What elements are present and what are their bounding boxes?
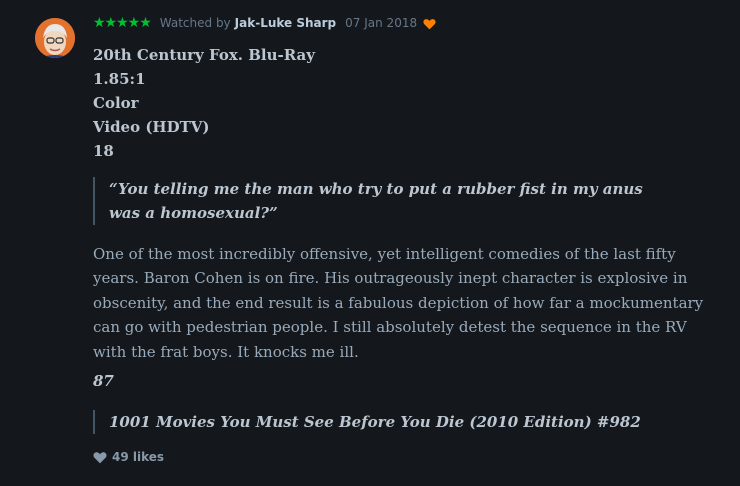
watched-by-label: Watched by	[159, 16, 231, 30]
username-link[interactable]: Jak-Luke Sharp	[235, 16, 336, 30]
likes-button[interactable]: 49 likes	[93, 448, 164, 466]
spec-certificate: 18	[93, 142, 114, 160]
spec-aspect-ratio: 1.85:1	[93, 70, 146, 88]
list-reference: 1001 Movies You Must See Before You Die …	[93, 410, 641, 434]
heart-icon	[423, 18, 436, 30]
spec-format: Video (HDTV)	[93, 118, 210, 136]
rating-stars: ★★★★★	[93, 15, 152, 31]
likes-count: 49 likes	[112, 450, 165, 464]
review-meta: ★★★★★ Watched by Jak-Luke Sharp 07 Jan 2…	[93, 13, 436, 33]
spec-color: Color	[93, 94, 139, 112]
review-date[interactable]: 07 Jan 2018	[345, 16, 417, 30]
avatar[interactable]	[35, 18, 75, 58]
heart-icon	[93, 451, 107, 464]
release-specs: 20th Century Fox. Blu-Ray 1.85:1 Color V…	[93, 43, 315, 163]
review-quote: “You telling me the man who try to put a…	[93, 177, 669, 225]
review-body: One of the most incredibly offensive, ye…	[93, 245, 704, 361]
review-score: 87	[93, 372, 114, 390]
spec-distributor: 20th Century Fox. Blu-Ray	[93, 46, 315, 64]
